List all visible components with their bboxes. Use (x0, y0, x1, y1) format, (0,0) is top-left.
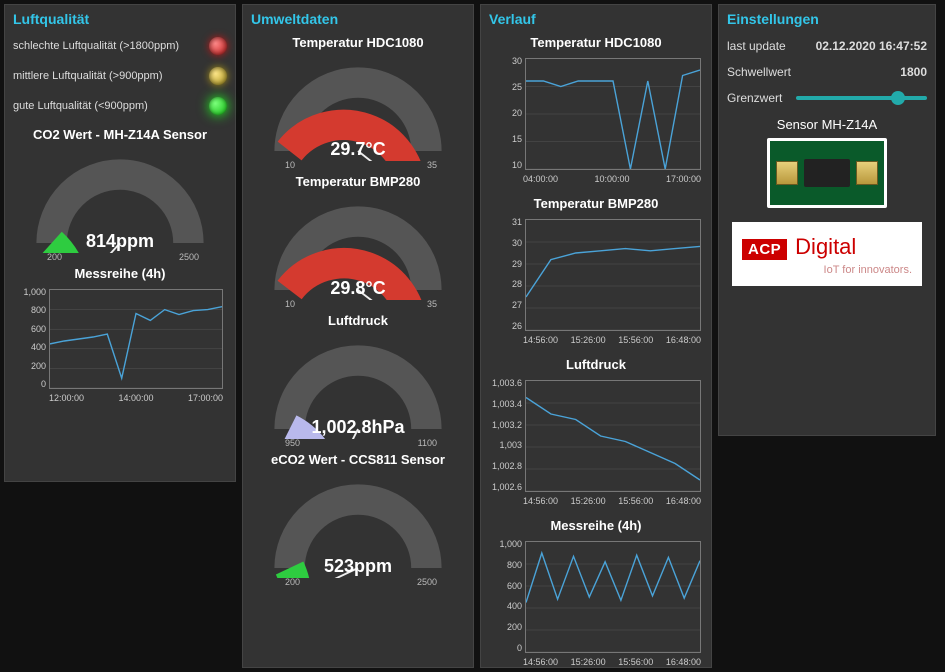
panel-title-luft: Luftqualität (13, 11, 227, 27)
vl-mess-title: Messreihe (4h) (489, 518, 703, 533)
vl-hdc-title: Temperatur HDC1080 (489, 35, 703, 50)
co2-gauge-title: CO2 Wert - MH-Z14A Sensor (13, 127, 227, 142)
gauge-bmp-max: 35 (427, 299, 437, 309)
legend-mid-label: mittlere Luftqualität (>900ppm) (13, 70, 163, 82)
gauge-press: 1,002.8hPa 950 1100 (263, 334, 453, 444)
panel-luftqualitaet: Luftqualität schlechte Luftqualität (>18… (4, 4, 236, 482)
gauge-eco2-max: 2500 (417, 577, 437, 587)
last-update-value: 02.12.2020 16:47:52 (816, 39, 927, 53)
gauge-hdc-title: Temperatur HDC1080 (251, 35, 465, 50)
row-grenzwert: Grenzwert (727, 91, 927, 105)
legend-row-bad: schlechte Luftqualität (>1800ppm) (13, 37, 227, 55)
panel-title-umwelt: Umweltdaten (251, 11, 465, 27)
gauge-eco2-title: eCO2 Wert - CCS811 Sensor (251, 452, 465, 467)
vl-mess-chart: 1,000800600400200014:56:0015:26:0015:56:… (489, 539, 703, 671)
panel-title-verlauf: Verlauf (489, 11, 703, 27)
sensor-image (767, 138, 887, 208)
gauge-press-value: 1,002.8hPa (263, 417, 453, 438)
gauge-hdc-value: 29.7°C (263, 139, 453, 160)
gauge-bmp-value: 29.8°C (263, 278, 453, 299)
co2-mini-chart: 1,0008006004002000 12:00:0014:00:0017:00… (15, 287, 225, 407)
slider-thumb-icon[interactable] (891, 91, 905, 105)
panel-umweltdaten: Umweltdaten Temperatur HDC1080 29.7°C 10… (242, 4, 474, 668)
legend-bad-label: schlechte Luftqualität (>1800ppm) (13, 40, 179, 52)
panel-verlauf: Verlauf Temperatur HDC1080 302520151004:… (480, 4, 712, 668)
gauge-eco2-min: 200 (285, 577, 300, 587)
gauge-bmp-title: Temperatur BMP280 (251, 174, 465, 189)
gauge-eco2: 523ppm 200 2500 (263, 473, 453, 583)
row-last-update: last update 02.12.2020 16:47:52 (727, 39, 927, 53)
gauge-hdc-min: 10 (285, 160, 295, 170)
sensor-caption: Sensor MH-Z14A (727, 117, 927, 132)
gauge-press-min: 950 (285, 438, 300, 448)
vl-press-chart: 1,003.61,003.41,003.21,0031,002.81,002.6… (489, 378, 703, 510)
vl-hdc-chart: 302520151004:00:0010:00:0017:00:00 (489, 56, 703, 188)
led-red-icon (209, 37, 227, 55)
gauge-press-title: Luftdruck (251, 313, 465, 328)
co2-gauge-value: 814ppm (25, 231, 215, 252)
schwellwert-value: 1800 (900, 65, 927, 79)
panel-title-einst: Einstellungen (727, 11, 927, 27)
row-schwellwert: Schwellwert 1800 (727, 65, 927, 79)
brand-tagline: IoT for innovators. (742, 264, 912, 276)
brand-logo: ACP Digital IoT for innovators. (732, 222, 922, 286)
led-yellow-icon (209, 67, 227, 85)
legend-row-good: gute Luftqualität (<900ppm) (13, 97, 227, 115)
gauge-press-max: 1100 (418, 438, 437, 448)
vl-bmp-chart: 31302928272614:56:0015:26:0015:56:0016:4… (489, 217, 703, 349)
co2-gauge-min: 200 (47, 252, 62, 262)
legend-good-label: gute Luftqualität (<900ppm) (13, 100, 148, 112)
legend-row-mid: mittlere Luftqualität (>900ppm) (13, 67, 227, 85)
grenzwert-slider[interactable] (796, 96, 927, 100)
brand-acp: ACP (742, 239, 787, 260)
panel-einstellungen: Einstellungen last update 02.12.2020 16:… (718, 4, 936, 436)
schwellwert-label: Schwellwert (727, 65, 791, 79)
co2-mini-title: Messreihe (4h) (13, 266, 227, 281)
gauge-eco2-value: 523ppm (263, 556, 453, 577)
co2-gauge-max: 2500 (179, 252, 199, 262)
brand-digital: Digital (795, 234, 856, 260)
gauge-hdc: 29.7°C 10 35 (263, 56, 453, 166)
co2-gauge: 814ppm 200 2500 (25, 148, 215, 258)
vl-bmp-title: Temperatur BMP280 (489, 196, 703, 211)
led-green-icon (209, 97, 227, 115)
gauge-hdc-max: 35 (427, 160, 437, 170)
gauge-bmp-min: 10 (285, 299, 295, 309)
vl-press-title: Luftdruck (489, 357, 703, 372)
last-update-label: last update (727, 39, 786, 53)
gauge-bmp: 29.8°C 10 35 (263, 195, 453, 305)
grenzwert-label: Grenzwert (727, 91, 782, 105)
